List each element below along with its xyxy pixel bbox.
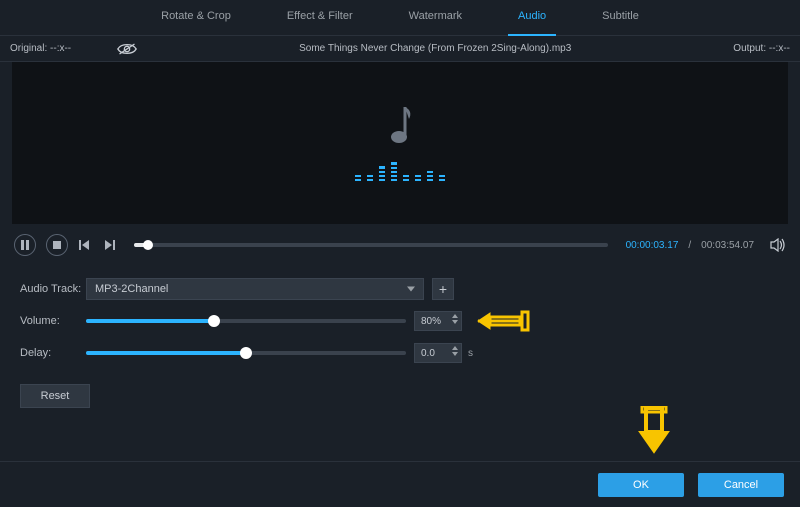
- chevron-up-icon[interactable]: [452, 346, 458, 350]
- file-title: Some Things Never Change (From Frozen 2S…: [137, 43, 733, 54]
- add-track-button[interactable]: +: [432, 278, 454, 300]
- ok-button[interactable]: OK: [598, 473, 684, 497]
- delay-stepper[interactable]: 0.0: [414, 343, 462, 363]
- tab-watermark[interactable]: Watermark: [381, 0, 490, 36]
- reset-button[interactable]: Reset: [20, 384, 90, 408]
- transport-bar: 00:00:03.17/00:03:54.07: [0, 230, 800, 260]
- stop-button[interactable]: [46, 234, 68, 256]
- equalizer-icon: [355, 165, 445, 181]
- eye-off-icon[interactable]: [117, 42, 137, 56]
- chevron-down-icon[interactable]: [452, 320, 458, 324]
- skip-back-icon[interactable]: [78, 238, 92, 252]
- current-time: 00:00:03.17: [626, 240, 679, 251]
- volume-label: Volume:: [20, 315, 86, 327]
- tab-bar: Rotate & Crop Effect & Filter Watermark …: [0, 0, 800, 36]
- output-label: Output: --:x--: [733, 43, 790, 54]
- music-note-icon: [385, 105, 415, 147]
- footer-bar: OK Cancel: [0, 461, 800, 507]
- total-time: 00:03:54.07: [701, 240, 754, 251]
- delay-unit: s: [468, 348, 473, 359]
- tab-effect-filter[interactable]: Effect & Filter: [259, 0, 381, 36]
- info-bar: Original: --:x-- Some Things Never Chang…: [0, 36, 800, 62]
- tab-rotate-crop[interactable]: Rotate & Crop: [133, 0, 259, 36]
- original-label: Original: --:x--: [10, 43, 71, 54]
- progress-slider[interactable]: [134, 243, 608, 247]
- cancel-button[interactable]: Cancel: [698, 473, 784, 497]
- controls-panel: Audio Track: MP3-2Channel + Volume: 80% …: [0, 260, 800, 408]
- chevron-down-icon: [407, 287, 415, 292]
- audio-track-label: Audio Track:: [20, 283, 86, 295]
- volume-icon[interactable]: [770, 238, 786, 252]
- volume-stepper[interactable]: 80%: [414, 311, 462, 331]
- skip-forward-icon[interactable]: [102, 238, 116, 252]
- chevron-up-icon[interactable]: [452, 314, 458, 318]
- tab-subtitle[interactable]: Subtitle: [574, 0, 667, 36]
- audio-track-select[interactable]: MP3-2Channel: [86, 278, 424, 300]
- volume-slider[interactable]: [86, 319, 406, 323]
- annotation-arrow-down-icon: [636, 406, 672, 461]
- delay-slider[interactable]: [86, 351, 406, 355]
- delay-label: Delay:: [20, 347, 86, 359]
- chevron-down-icon[interactable]: [452, 352, 458, 356]
- pause-button[interactable]: [14, 234, 36, 256]
- preview-area: [12, 62, 788, 224]
- tab-audio[interactable]: Audio: [490, 0, 574, 36]
